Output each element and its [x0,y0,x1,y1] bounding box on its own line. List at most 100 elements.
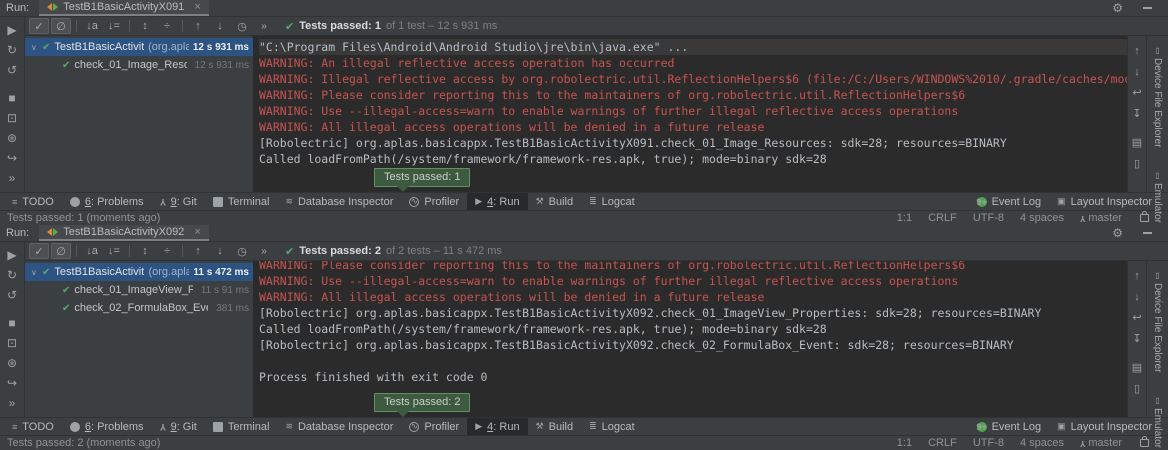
scroll-to-end-icon[interactable]: ↧ [1132,103,1141,124]
more-icon[interactable]: » [0,393,24,413]
rerun-failed-tests-icon[interactable]: ↻ [0,265,24,285]
terminal-icon[interactable]: > Terminal [205,418,278,435]
database-inspector-icon[interactable]: ≋ Database Inspector [277,418,401,435]
exit-icon[interactable]: ↪ [0,148,24,168]
gear-icon[interactable] [1112,1,1123,15]
more-icon[interactable]: » [254,18,274,34]
expand-all-icon[interactable]: ↕ [135,18,155,34]
layout-inspector-icon[interactable]: ▣ Layout Inspector [1049,193,1160,210]
build-icon[interactable]: ⚒ Build [528,418,582,435]
close-icon[interactable]: × [194,1,200,13]
build-icon[interactable]: ⚒ Build [528,193,582,210]
screen-record-icon[interactable]: ⊛ [0,353,24,373]
previous-occurrence-icon[interactable]: ↑ [188,243,208,259]
file-encoding[interactable]: UTF-8 [973,437,1004,449]
git-icon[interactable]: Y 9: Git [152,418,205,435]
divider[interactable] [76,20,77,32]
screenshot-icon[interactable]: ⊡ [0,333,24,353]
close-icon[interactable]: × [194,226,200,238]
jump-up-icon[interactable]: ↑ [1134,265,1140,286]
indent-setting[interactable]: 4 spaces [1020,212,1064,224]
problems-icon[interactable]: ! 6: Problems [62,418,152,435]
jump-down-icon[interactable]: ↓ [1134,61,1140,82]
more-icon[interactable]: » [254,243,274,259]
minimize-icon[interactable] [1143,232,1152,234]
minimize-icon[interactable] [1143,7,1152,9]
clear-console-icon[interactable]: ▯ [1134,378,1140,399]
run-icon[interactable]: ▶ 4: Run [467,193,527,210]
logcat-icon[interactable]: ≣ Logcat [581,418,643,435]
next-occurrence-icon[interactable]: ↓ [210,18,230,34]
test-tree-row[interactable]: ✔ check_02_FormulaBox_Event 381 ms [25,299,253,317]
divider[interactable] [76,245,77,257]
soft-wrap-icon[interactable]: ↩ [1132,307,1141,328]
caret-position[interactable]: 1:1 [897,437,912,449]
more-icon[interactable]: » [0,168,24,188]
sort-alphabetically-icon[interactable]: ↓a [82,243,102,259]
exit-icon[interactable]: ↪ [0,373,24,393]
soft-wrap-icon[interactable]: ↩ [1132,82,1141,103]
stop-icon[interactable]: ■ [0,88,24,108]
print-icon[interactable]: ▤ [1132,132,1142,153]
run-tab[interactable]: TestB1BasicActivityX091 × [39,0,209,16]
screenshot-icon[interactable]: ⊡ [0,108,24,128]
stop-icon[interactable]: ■ [0,313,24,333]
gear-icon[interactable] [1112,226,1123,240]
clear-console-icon[interactable]: ▯ [1134,153,1140,174]
run-icon[interactable]: ▶ 4: Run [467,418,527,435]
device-file-explorer-icon[interactable]: ▯ Device File Explorer [1152,46,1163,147]
layout-inspector-icon[interactable]: ▣ Layout Inspector [1049,418,1160,435]
device-file-explorer-icon[interactable]: ▯ Device File Explorer [1152,271,1163,372]
test-tree-row[interactable]: ∨ ✔ TestB1BasicActivityX091 (org.aplas.t… [25,38,253,56]
jump-up-icon[interactable]: ↑ [1134,40,1140,61]
divider[interactable] [129,20,130,32]
test-history-icon[interactable]: ◷ [232,243,252,259]
divider[interactable] [182,20,183,32]
line-ending[interactable]: CRLF [928,437,957,449]
rerun-failed-tests-icon[interactable]: ↻ [0,40,24,60]
screen-record-icon[interactable]: ⊛ [0,128,24,148]
previous-occurrence-icon[interactable]: ↑ [188,18,208,34]
show-ignored-icon[interactable]: ∅ [51,18,71,34]
unlocked-icon[interactable] [1140,214,1149,222]
todo-icon[interactable]: ≡ TODO [4,193,62,210]
expand-all-icon[interactable]: ↕ [135,243,155,259]
git-branch-widget[interactable]: master [1080,212,1122,224]
run-tab[interactable]: TestB1BasicActivityX092 × [39,225,209,241]
git-branch-widget[interactable]: master [1080,437,1122,449]
toggle-auto-test-icon[interactable]: ↺ [0,60,24,80]
print-icon[interactable]: ▤ [1132,357,1142,378]
collapse-all-icon[interactable]: ÷ [157,18,177,34]
problems-icon[interactable]: ! 6: Problems [62,193,152,210]
show-passed-icon[interactable]: ✓ [29,243,49,259]
todo-icon[interactable]: ≡ TODO [4,418,62,435]
collapse-all-icon[interactable]: ÷ [157,243,177,259]
unlocked-icon[interactable] [1140,439,1149,447]
divider[interactable] [129,245,130,257]
sort-alphabetically-icon[interactable]: ↓a [82,18,102,34]
rerun-icon[interactable]: ▶ [0,245,24,265]
next-occurrence-icon[interactable]: ↓ [210,243,230,259]
event-log-icon[interactable]: 9+ Event Log [969,418,1050,435]
logcat-icon[interactable]: ≣ Logcat [581,193,643,210]
event-log-icon[interactable]: 9+ Event Log [969,193,1050,210]
jump-down-icon[interactable]: ↓ [1134,286,1140,307]
git-icon[interactable]: Y 9: Git [152,193,205,210]
profiler-icon[interactable]: ∿ Profiler [401,193,467,210]
line-ending[interactable]: CRLF [928,212,957,224]
scroll-to-end-icon[interactable]: ↧ [1132,328,1141,349]
toggle-auto-test-icon[interactable]: ↺ [0,285,24,305]
show-ignored-icon[interactable]: ∅ [51,243,71,259]
indent-setting[interactable]: 4 spaces [1020,437,1064,449]
rerun-icon[interactable]: ▶ [0,20,24,40]
file-encoding[interactable]: UTF-8 [973,212,1004,224]
divider[interactable] [182,245,183,257]
caret-position[interactable]: 1:1 [897,212,912,224]
show-passed-icon[interactable]: ✓ [29,18,49,34]
profiler-icon[interactable]: ∿ Profiler [401,418,467,435]
test-history-icon[interactable]: ◷ [232,18,252,34]
test-tree-row[interactable]: ∨ ✔ TestB1BasicActivityX092 (org.aplas.t… [25,263,253,281]
test-tree-row[interactable]: ✔ check_01_Image_Resources 12 s 931 ms [25,56,253,74]
database-inspector-icon[interactable]: ≋ Database Inspector [277,193,401,210]
terminal-icon[interactable]: > Terminal [205,193,278,210]
